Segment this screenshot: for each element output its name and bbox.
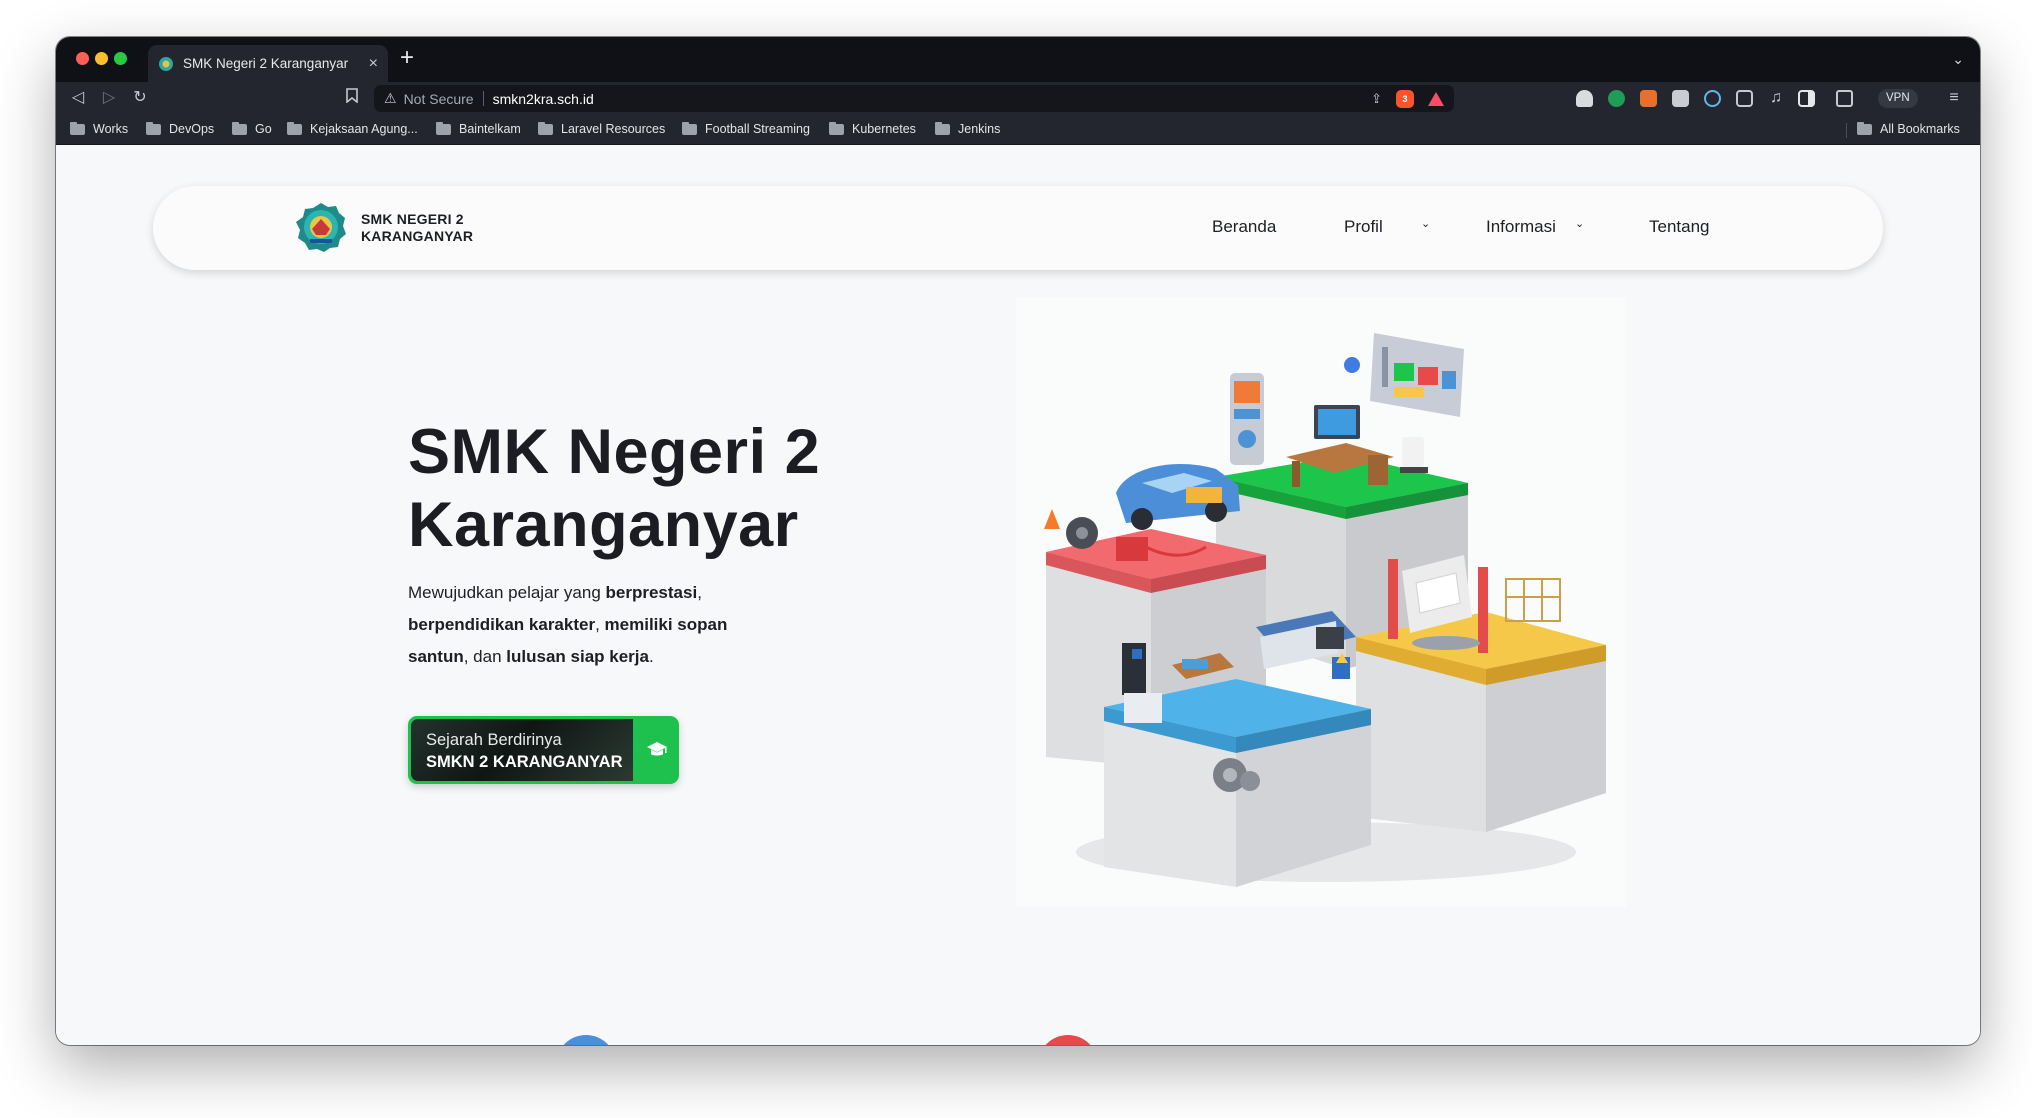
folder-icon xyxy=(935,121,950,135)
navigation-toolbar: ◁ ▷ ↻ ⚠ Not Secure smkn2kra.sch.id ⇪ 3 ♫… xyxy=(56,82,1980,115)
folder-icon xyxy=(538,121,553,135)
folder-icon xyxy=(436,121,451,135)
graduation-cap-icon xyxy=(634,716,679,784)
share-icon[interactable]: ⇪ xyxy=(1371,91,1382,107)
folder-icon xyxy=(232,121,247,135)
metamask-extension-icon[interactable] xyxy=(1640,90,1657,107)
history-cta-button[interactable]: Sejarah Berdirinya SMKN 2 KARANGANYAR xyxy=(408,716,679,784)
site-navbar: SMK NEGERI 2 KARANGANYAR Beranda Profil … xyxy=(153,186,1883,270)
folder-icon xyxy=(70,121,85,135)
folder-icon xyxy=(287,121,302,135)
tab-title: SMK Negeri 2 Karanganyar xyxy=(183,56,349,71)
nav-profil[interactable]: Profil xyxy=(1344,217,1383,237)
site-favicon-icon xyxy=(159,56,173,71)
close-window-button[interactable] xyxy=(76,52,89,65)
feature-icon-blue xyxy=(556,1035,616,1045)
react-devtools-icon[interactable] xyxy=(1704,90,1721,107)
folder-icon xyxy=(1857,121,1872,135)
hero-description: Mewujudkan pelajar yang berprestasi, ber… xyxy=(408,583,728,666)
school-logo-icon[interactable] xyxy=(295,201,347,253)
school-name-line1: SMK NEGERI 2 xyxy=(361,211,464,227)
school-name-line2: KARANGANYAR xyxy=(361,228,474,244)
shield-extension-icon[interactable] xyxy=(1608,90,1625,107)
tab-active[interactable]: SMK Negeri 2 Karanganyar × xyxy=(148,45,388,82)
minimize-window-button[interactable] xyxy=(95,52,108,65)
browser-window: SMK Negeri 2 Karanganyar × + ⌄ ◁ ▷ ↻ ⚠ N… xyxy=(56,37,1980,1045)
hero-title-line1: SMK Negeri 2 xyxy=(408,417,821,487)
chevron-down-icon[interactable]: ⌄ xyxy=(1421,217,1430,230)
feature-icon-red xyxy=(1038,1035,1098,1045)
new-tab-button[interactable]: + xyxy=(400,46,414,70)
forward-icon[interactable]: ▷ xyxy=(99,88,119,108)
folder-icon xyxy=(682,121,697,135)
tab-close-icon[interactable]: × xyxy=(369,55,378,73)
school-name[interactable]: SMK NEGERI 2 KARANGANYAR xyxy=(361,211,473,245)
vpn-label: VPN xyxy=(1886,92,1910,104)
cta-line2: SMKN 2 KARANGANYAR xyxy=(426,753,623,771)
media-music-icon[interactable]: ♫ xyxy=(1766,88,1786,108)
browser-menu-icon[interactable]: ≡ xyxy=(1944,88,1964,108)
tab-strip: SMK Negeri 2 Karanganyar × + ⌄ xyxy=(56,37,1980,82)
tab-search-chevron-icon[interactable]: ⌄ xyxy=(1952,51,1964,68)
bookmark-folder[interactable]: Kubernetes xyxy=(829,121,916,136)
bookmarks-divider xyxy=(1846,123,1847,138)
chevron-down-icon[interactable]: ⌄ xyxy=(1575,217,1584,230)
camera-extension-icon[interactable] xyxy=(1672,90,1689,107)
cta-line1: Sejarah Berdirinya xyxy=(426,731,562,749)
extensions-puzzle-icon[interactable] xyxy=(1736,90,1753,107)
bookmark-folder[interactable]: Baintelkam xyxy=(436,121,521,136)
reload-icon[interactable]: ↻ xyxy=(130,88,150,108)
bookmark-folder[interactable]: Works xyxy=(70,121,128,136)
bookmark-folder[interactable]: Laravel Resources xyxy=(538,121,665,136)
brave-rewards-icon[interactable] xyxy=(1428,91,1444,106)
security-status: Not Secure xyxy=(403,90,474,107)
nav-beranda[interactable]: Beranda xyxy=(1212,217,1276,237)
bookmark-folder[interactable]: Jenkins xyxy=(935,121,1000,136)
bookmark-folder[interactable]: Go xyxy=(232,121,272,136)
url-separator xyxy=(482,91,484,106)
bookmark-folder[interactable]: Kejaksaan Agung... xyxy=(287,121,418,136)
bookmark-folder[interactable]: DevOps xyxy=(146,121,214,136)
nav-tentang[interactable]: Tentang xyxy=(1649,217,1710,237)
address-bar[interactable]: ⚠ Not Secure smkn2kra.sch.id ⇪ 3 xyxy=(374,85,1454,112)
url-host: smkn2kra.sch.id xyxy=(492,90,594,107)
maximize-window-button[interactable] xyxy=(114,52,127,65)
wallet-icon[interactable] xyxy=(1836,90,1853,107)
bookmarks-bar: Works DevOps Go Kejaksaan Agung... Baint… xyxy=(56,115,1980,145)
cloud-extension-icon[interactable] xyxy=(1576,90,1593,107)
vocational-departments-illustration xyxy=(1016,297,1626,907)
brave-shields-icon[interactable]: 3 xyxy=(1396,89,1414,108)
back-icon[interactable]: ◁ xyxy=(68,88,88,108)
all-bookmarks-folder[interactable]: All Bookmarks xyxy=(1857,121,1960,136)
hero-title: SMK Negeri 2 Karanganyar xyxy=(408,416,820,562)
bookmark-icon[interactable] xyxy=(342,88,362,108)
folder-icon xyxy=(829,121,844,135)
vpn-button[interactable]: VPN xyxy=(1878,89,1918,108)
nav-informasi[interactable]: Informasi xyxy=(1486,217,1556,237)
hero-title-line2: Karanganyar xyxy=(408,490,799,560)
bookmark-folder[interactable]: Football Streaming xyxy=(682,121,810,136)
not-secure-warning-icon: ⚠ xyxy=(384,90,397,106)
cta-label-panel: Sejarah Berdirinya SMKN 2 KARANGANYAR xyxy=(411,719,633,781)
sidebar-toggle-icon[interactable] xyxy=(1798,90,1815,107)
folder-icon xyxy=(146,121,161,135)
page-viewport: SMK NEGERI 2 KARANGANYAR Beranda Profil … xyxy=(56,145,1980,1045)
